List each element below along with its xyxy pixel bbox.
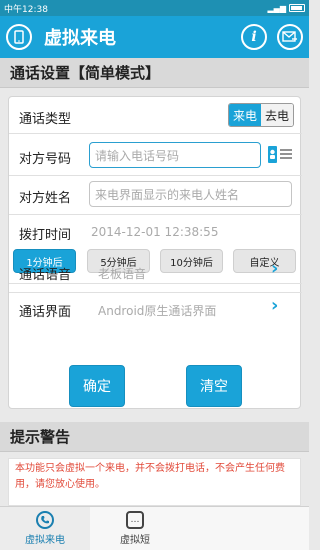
ui-value[interactable]: Android原生通话界面 <box>98 302 216 319</box>
signal-icon: ▂▄▆ <box>267 3 286 13</box>
settings-heading: 通话设置【简单模式】 <box>0 58 309 88</box>
divider <box>9 133 302 134</box>
app-logo-icon <box>6 24 32 50</box>
delay-10min-button[interactable]: 10分钟后 <box>160 249 223 273</box>
nav-fake-sms[interactable]: … 虚拟短 <box>90 507 180 550</box>
divider <box>9 283 302 284</box>
voice-label: 通话语音 <box>19 268 72 283</box>
number-input[interactable]: 请输入电话号码 <box>89 142 261 168</box>
ui-label: 通话界面 <box>19 305 72 320</box>
name-label: 对方姓名 <box>19 191 72 206</box>
delay-custom-button[interactable]: 自定义 <box>233 249 296 273</box>
contact-picker-icon[interactable] <box>267 144 293 166</box>
dial-time-label: 拨打时间 <box>19 228 72 243</box>
call-type-outgoing[interactable]: 去电 <box>261 104 293 126</box>
app-bar: 虚拟来电 i <box>0 16 309 58</box>
warning-text: 本功能只会虚拟一个来电，并不会拨打电话，不会产生任何费用，请您放心使用。 <box>8 458 301 506</box>
divider <box>9 214 302 215</box>
call-type-toggle: 来电 去电 <box>228 103 294 127</box>
message-settings-icon[interactable] <box>277 24 303 50</box>
nav-fake-sms-label: 虚拟短 <box>120 535 150 546</box>
number-label: 对方号码 <box>19 152 72 167</box>
nav-fake-call-label: 虚拟来电 <box>25 535 65 546</box>
warning-heading: 提示警告 <box>0 422 309 452</box>
nav-fake-call[interactable]: 虚拟来电 <box>0 507 90 550</box>
divider <box>9 292 302 293</box>
clear-button[interactable]: 清空 <box>186 365 242 407</box>
name-input[interactable]: 来电界面显示的来电人姓名 <box>89 181 292 207</box>
status-time: 中午12:38 <box>4 4 48 15</box>
info-icon[interactable]: i <box>241 24 267 50</box>
status-bar: 中午12:38 ▂▄▆ <box>0 0 309 16</box>
status-icons: ▂▄▆ <box>268 4 305 13</box>
settings-card: 通话类型 来电 去电 对方号码 请输入电话号码 对方姓名 来电界面显示的来电人姓… <box>8 96 302 409</box>
dial-time-value[interactable]: 2014-12-01 12:38:55 <box>91 225 218 239</box>
battery-icon <box>289 4 305 12</box>
voice-chevron-icon[interactable]: › <box>271 258 278 279</box>
message-icon: … <box>126 511 144 529</box>
ui-chevron-icon[interactable]: › <box>271 295 278 316</box>
confirm-button[interactable]: 确定 <box>69 365 125 407</box>
voice-value[interactable]: 老板语音 <box>98 265 146 282</box>
bottom-nav: 虚拟来电 … 虚拟短 <box>0 506 309 550</box>
call-type-label: 通话类型 <box>19 112 72 127</box>
divider <box>9 175 302 176</box>
app-title: 虚拟来电 <box>44 28 116 49</box>
call-type-incoming[interactable]: 来电 <box>229 104 261 126</box>
phone-icon <box>36 511 54 529</box>
